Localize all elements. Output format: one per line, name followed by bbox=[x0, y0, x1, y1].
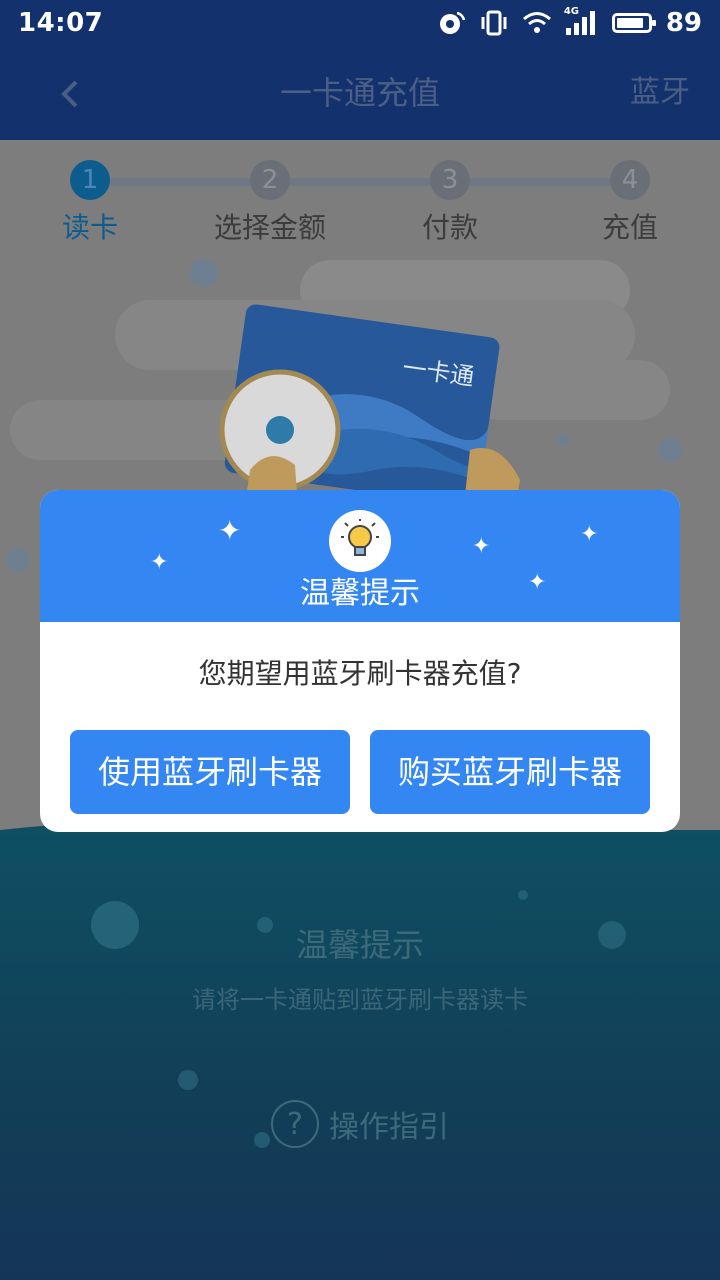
app-header: 一卡通充值 蓝牙 bbox=[0, 46, 720, 140]
cellular-signal-icon: 4G bbox=[564, 6, 598, 36]
status-icons: 4G 89 bbox=[438, 6, 702, 38]
dialog-header: ✦ ✦ ✦ ✦ ✦ 温馨提示 bbox=[40, 490, 680, 622]
guide-label: 操作指引 bbox=[329, 1110, 449, 1145]
operation-guide-link[interactable]: ? 操作指引 bbox=[0, 1100, 720, 1148]
background-tip-subtitle: 请将一卡通贴到蓝牙刷卡器读卡 bbox=[192, 986, 528, 1014]
sea-background bbox=[0, 830, 720, 1280]
lightbulb-icon bbox=[329, 510, 391, 572]
step-select-amount: 2 选择金额 bbox=[180, 160, 360, 246]
step-number: 3 bbox=[430, 160, 470, 200]
dialog-title: 温馨提示 bbox=[300, 576, 420, 611]
sparkle-icon: ✦ bbox=[580, 522, 599, 547]
bubbles bbox=[91, 890, 626, 1148]
step-read-card: 1 读卡 bbox=[0, 160, 180, 246]
step-recharge: 4 充值 bbox=[540, 160, 720, 246]
wifi-icon bbox=[522, 10, 551, 36]
status-bar: 14:07 4G 89 bbox=[0, 0, 720, 46]
use-bluetooth-reader-button[interactable]: 使用蓝牙刷卡器 bbox=[70, 730, 350, 814]
sparkle-icon: ✦ bbox=[218, 514, 242, 547]
bluetooth-prompt-dialog: ✦ ✦ ✦ ✦ ✦ 温馨提示 您期望用蓝牙刷卡器充值? 使用蓝牙刷卡器 购买蓝牙… bbox=[40, 490, 680, 832]
sparkle-icon: ✦ bbox=[472, 534, 491, 559]
status-time: 14:07 bbox=[18, 8, 104, 38]
background-tip-title: 温馨提示 bbox=[295, 926, 424, 964]
network-type: 4G bbox=[563, 6, 579, 17]
battery-level: 89 bbox=[665, 8, 702, 38]
battery-icon bbox=[611, 13, 656, 33]
page-title: 一卡通充值 bbox=[279, 74, 440, 112]
step-payment: 3 付款 bbox=[360, 160, 540, 246]
nfc-icon bbox=[438, 10, 466, 36]
step-number: 4 bbox=[610, 160, 650, 200]
step-number: 1 bbox=[70, 160, 110, 200]
help-icon: ? bbox=[271, 1100, 319, 1148]
dialog-message: 您期望用蓝牙刷卡器充值? bbox=[198, 657, 522, 690]
bluetooth-button[interactable]: 蓝牙 bbox=[630, 46, 690, 140]
buy-bluetooth-reader-button[interactable]: 购买蓝牙刷卡器 bbox=[370, 730, 650, 814]
vibrate-icon bbox=[480, 10, 508, 36]
step-number: 2 bbox=[250, 160, 290, 200]
